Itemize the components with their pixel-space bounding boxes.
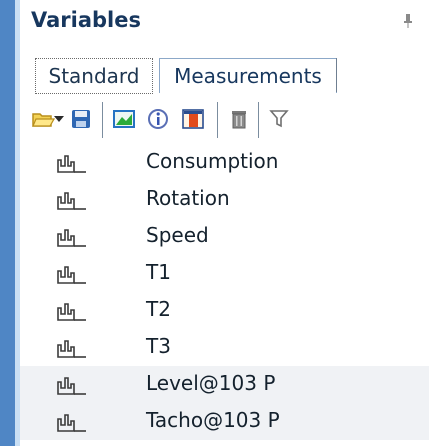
variable-name: Rotation <box>146 186 230 210</box>
left-rail <box>0 0 15 446</box>
variable-name: Speed <box>146 223 209 247</box>
variables-window: Variables Standard Measurements Consumpt… <box>0 0 429 446</box>
info-icon[interactable] <box>143 104 173 134</box>
list-item-level-103p[interactable]: Level@103 P <box>20 366 429 403</box>
list-item-consumption[interactable]: Consumption <box>20 144 429 181</box>
variable-name: Level@103 P <box>146 371 276 395</box>
chart-icon <box>57 229 86 247</box>
variable-name: T1 <box>146 260 171 284</box>
toolbar <box>20 102 429 138</box>
toolbar-separator <box>258 102 259 138</box>
list-item-t3[interactable]: T3 <box>20 329 429 366</box>
list-item-speed[interactable]: Speed <box>20 218 429 255</box>
chart-icon <box>57 303 86 321</box>
tab-strip: Standard Measurements <box>20 42 429 100</box>
trash-icon[interactable] <box>224 104 254 134</box>
variable-name: T2 <box>146 297 171 321</box>
list-item-t1[interactable]: T1 <box>20 255 429 292</box>
save-icon[interactable] <box>66 104 96 134</box>
list-item-t2[interactable]: T2 <box>20 292 429 329</box>
tab-measurements[interactable]: Measurements <box>159 58 337 93</box>
chart-icon <box>57 192 86 210</box>
filter-icon[interactable] <box>264 104 294 134</box>
variable-name: T3 <box>146 334 171 358</box>
list-item-rotation[interactable]: Rotation <box>20 181 429 218</box>
tab-standard[interactable]: Standard <box>35 58 153 94</box>
pin-icon[interactable] <box>403 14 413 28</box>
variables-panel: Variables Standard Measurements Consumpt… <box>20 0 429 446</box>
chart-image-icon[interactable] <box>109 104 139 134</box>
chart-icon <box>57 377 86 395</box>
chart-icon <box>57 266 86 284</box>
panel-titlebar: Variables <box>20 0 429 42</box>
tab-separator <box>336 58 337 92</box>
panel-title: Variables <box>31 8 141 32</box>
toolbar-separator <box>217 102 218 138</box>
list-item-tacho-103p[interactable]: Tacho@103 P <box>20 403 429 440</box>
chart-icon <box>57 155 86 173</box>
chart-icon <box>57 340 86 358</box>
variable-name: Consumption <box>146 149 279 173</box>
variables-list: Consumption Rotation Speed T1 T2 T3 Leve… <box>20 144 429 446</box>
chart-icon <box>57 414 86 432</box>
toolbar-separator <box>102 102 103 138</box>
variable-name: Tacho@103 P <box>146 408 280 432</box>
table-icon[interactable] <box>178 104 208 134</box>
